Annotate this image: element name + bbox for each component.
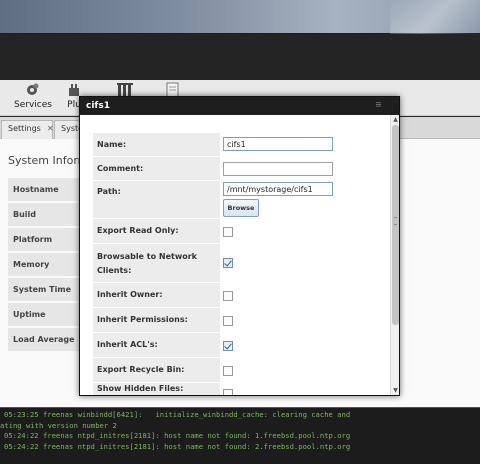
gear-cluster-icon — [27, 83, 39, 95]
browsable-label: Browsable to Network Clients: — [93, 244, 220, 283]
form-row-inherit-acls: Inherit ACL's: — [93, 333, 379, 358]
inherit-permissions-checkbox[interactable] — [223, 316, 233, 326]
dialog-scrollbar[interactable]: ▲ ▼ — [390, 115, 399, 395]
cifs-share-dialog: cifs1 ≡ Name: Comment: Path: Browse Expo… — [79, 96, 400, 396]
scrollbar-thumb[interactable] — [392, 125, 399, 325]
info-row-uptime: Uptime — [8, 303, 88, 326]
tab-settings[interactable]: Settings ✕ — [1, 120, 54, 139]
form-row-path: Path: Browse — [93, 181, 379, 219]
export-recycle-bin-label: Export Recycle Bin: — [93, 358, 220, 383]
console-line: 05:24:22 freenas ntpd_initres[2181]: hos… — [4, 431, 351, 440]
export-read-only-checkbox[interactable] — [223, 227, 233, 237]
services-button[interactable]: Services — [14, 82, 52, 110]
info-row-hostname: Hostname — [8, 178, 88, 201]
scroll-up-icon[interactable]: ▲ — [392, 116, 399, 123]
form-row-name: Name: — [93, 133, 379, 157]
dialog-title-bar: cifs1 ≡ — [80, 97, 399, 115]
inherit-permissions-label: Inherit Permissions: — [93, 308, 220, 333]
console-line: ating with version number 2 — [0, 420, 117, 430]
console-line: 05:24:22 freenas ntpd_initres[2181]: hos… — [4, 441, 351, 451]
scroll-down-icon[interactable]: ▼ — [392, 387, 399, 394]
path-field[interactable] — [223, 182, 333, 196]
form-row-export-read-only: Export Read Only: — [93, 219, 379, 244]
name-field[interactable] — [223, 137, 333, 151]
export-recycle-bin-checkbox[interactable] — [223, 366, 233, 376]
path-label: Path: — [93, 181, 220, 219]
inherit-acls-label: Inherit ACL's: — [93, 333, 220, 358]
banner-sheen — [390, 0, 480, 34]
tab-settings-label: Settings — [8, 124, 41, 133]
form-row-show-hidden-files: Show Hidden Files: — [93, 383, 379, 395]
show-hidden-files-label: Show Hidden Files: — [93, 383, 220, 395]
form-row-browsable: Browsable to Network Clients: — [93, 244, 379, 283]
browsable-checkbox[interactable] — [223, 258, 233, 268]
info-row-build: Build — [8, 203, 88, 226]
console-line: 05:23:25 freenas winbindd[6421]: initial… — [4, 410, 351, 419]
comment-label: Comment: — [93, 157, 220, 181]
dialog-close-icon[interactable]: ≡ — [375, 101, 383, 109]
info-row-memory: Memory — [8, 253, 88, 276]
services-label: Services — [14, 100, 52, 110]
inherit-acls-checkbox[interactable] — [223, 341, 233, 351]
comment-field[interactable] — [223, 162, 333, 176]
form-row-inherit-permissions: Inherit Permissions: — [93, 308, 379, 333]
inherit-owner-label: Inherit Owner: — [93, 283, 220, 308]
form-row-inherit-owner: Inherit Owner: — [93, 283, 379, 308]
info-row-load-average: Load Average — [8, 328, 88, 351]
form-row-export-recycle-bin: Export Recycle Bin: — [93, 358, 379, 383]
form-row-comment: Comment: — [93, 157, 379, 181]
grip-icon — [394, 217, 397, 225]
show-hidden-files-checkbox[interactable] — [223, 389, 233, 395]
dialog-title: cifs1 — [86, 101, 110, 111]
inherit-owner-checkbox[interactable] — [223, 291, 233, 301]
console-log: 05:23:25 freenas winbindd[6421]: initial… — [0, 407, 480, 464]
page-title: System Inform — [8, 154, 89, 167]
top-banner — [0, 0, 480, 34]
info-row-system-time: System Time — [8, 278, 88, 301]
info-row-platform: Platform — [8, 228, 88, 251]
export-read-only-label: Export Read Only: — [93, 219, 220, 244]
header-band — [0, 34, 480, 80]
close-icon[interactable]: ✕ — [47, 124, 54, 133]
dialog-form: Name: Comment: Path: Browse Export Read … — [80, 115, 390, 395]
name-label: Name: — [93, 133, 220, 157]
browse-button[interactable]: Browse — [223, 199, 259, 217]
